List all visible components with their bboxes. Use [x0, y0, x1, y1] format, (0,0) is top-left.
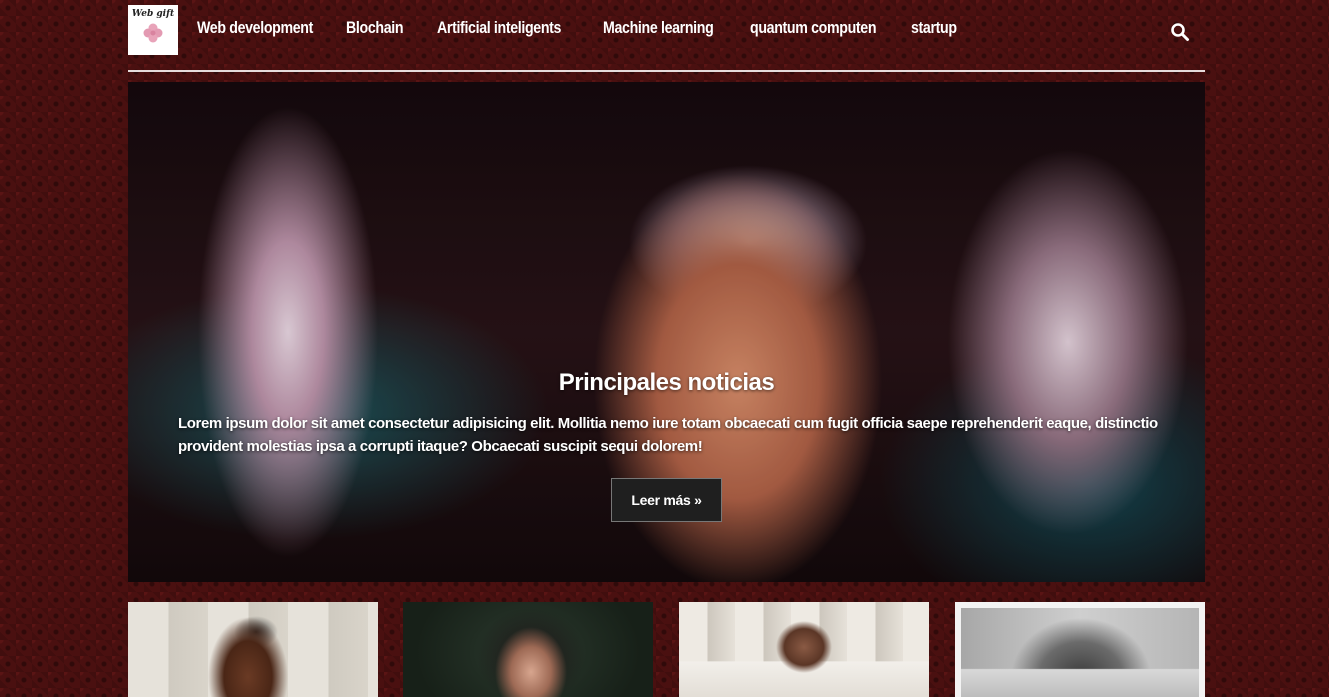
flower-logo-icon — [143, 23, 163, 43]
nav-item-blochain[interactable]: Blochain — [346, 19, 404, 38]
nav-item-startup[interactable]: startup — [911, 19, 963, 38]
nav-item-artificial-inteligents[interactable]: Artificial inteligents — [437, 19, 561, 38]
search-icon — [1171, 23, 1189, 41]
nav-item-quantum-computen[interactable]: quantum computen — [750, 19, 876, 38]
news-card-image[interactable] — [128, 602, 378, 697]
news-card-image[interactable] — [679, 602, 929, 697]
read-more-button[interactable]: Leer más » — [611, 478, 722, 522]
site-logo[interactable]: Web gift — [128, 5, 178, 55]
news-cards — [128, 602, 1205, 697]
news-card-image[interactable] — [403, 602, 653, 697]
nav-menu: Web development Blochain Artificial inte… — [197, 19, 1005, 38]
search-button[interactable] — [1170, 22, 1190, 42]
logo-text: Web gift — [131, 9, 175, 19]
page-container: Web gift Web development Blochain Artifi… — [128, 0, 1205, 697]
nav-item-machine-learning[interactable]: Machine learning — [603, 19, 714, 38]
nav-item-web-development[interactable]: Web development — [197, 19, 313, 38]
hero-description: Lorem ipsum dolor sit amet consectetur a… — [178, 415, 1158, 455]
navbar: Web gift Web development Blochain Artifi… — [128, 0, 1205, 72]
hero-banner: Principales noticias Lorem ipsum dolor s… — [128, 82, 1205, 582]
hero-title: Principales noticias — [558, 369, 775, 396]
news-card-image[interactable] — [955, 602, 1205, 697]
